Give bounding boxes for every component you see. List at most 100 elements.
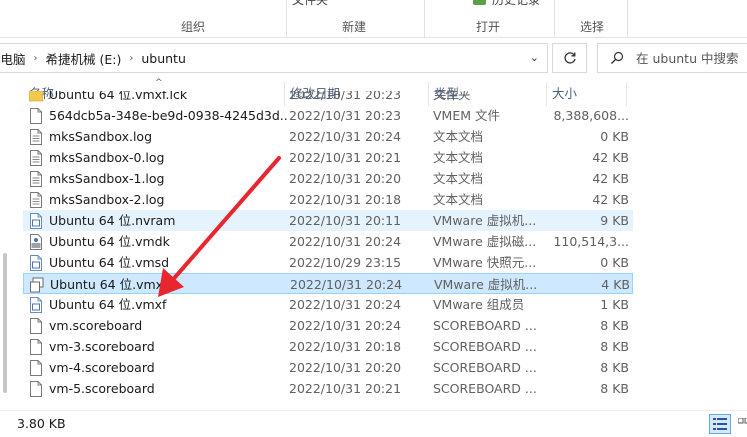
ribbon-divider bbox=[286, 0, 287, 38]
file-icon bbox=[29, 318, 43, 334]
refresh-button[interactable] bbox=[552, 43, 587, 73]
file-date: 2022/10/31 20:24 bbox=[289, 234, 402, 249]
file-type: VMware 虚拟机... bbox=[433, 213, 537, 228]
search-box[interactable] bbox=[597, 43, 747, 73]
disk-file-icon bbox=[29, 234, 43, 250]
details-view-button[interactable] bbox=[709, 414, 731, 434]
ribbon-group-organize: 组织 bbox=[181, 20, 206, 34]
file-date: 2022/10/31 20:23 bbox=[289, 108, 402, 123]
file-type: VMware 组成员 bbox=[433, 297, 525, 312]
address-dropdown-icon[interactable]: ⌄ bbox=[530, 51, 539, 64]
file-date: 2022/10/31 20:24 bbox=[290, 277, 403, 292]
details-view-icon bbox=[713, 418, 727, 430]
file-name: 564dcb5a-348e-be9d-0938-4245d3d... bbox=[49, 108, 289, 123]
file-type: SCOREBOARD ... bbox=[433, 339, 537, 354]
file-name: vm.scoreboard bbox=[49, 318, 143, 333]
file-date: 2022/10/31 20:20 bbox=[289, 360, 402, 375]
breadcrumb-drive[interactable]: 希捷机械 (E:) bbox=[46, 49, 122, 68]
file-date: 2022/10/31 20:24 bbox=[289, 129, 402, 144]
nav-scrollbar-thumb[interactable] bbox=[3, 253, 7, 393]
file-type: VMware 虚拟机... bbox=[434, 277, 538, 292]
history-icon bbox=[473, 0, 486, 5]
file-type: VMware 快照元... bbox=[433, 255, 537, 270]
file-row[interactable]: Ubuntu 64 位.vmxf.lck 2022/10/31 20:23 文件夹 bbox=[23, 91, 633, 105]
ribbon-divider bbox=[554, 0, 555, 38]
file-type: 文本文档 bbox=[433, 192, 484, 207]
chevron-right-icon[interactable]: › bbox=[129, 53, 133, 64]
file-row[interactable]: vm-3.scoreboard 2022/10/31 20:18 SCOREBOAR… bbox=[23, 336, 633, 357]
file-date: 2022/10/29 23:15 bbox=[289, 255, 402, 270]
folder-icon bbox=[28, 91, 44, 103]
ribbon-divider bbox=[627, 0, 628, 38]
file-name: mksSandbox-1.log bbox=[49, 171, 165, 186]
file-size: 42 KB bbox=[592, 150, 629, 165]
chevron-right-icon[interactable]: › bbox=[34, 53, 38, 64]
ribbon-cut-label: 文件夹 bbox=[292, 0, 329, 7]
file-row[interactable]: mksSandbox.log 2022/10/31 20:24 文本文档 0 KB bbox=[23, 126, 633, 147]
file-date: 2022/10/31 20:23 bbox=[289, 91, 402, 102]
file-row[interactable]: vm-5.scoreboard 2022/10/31 20:21 SCOREBOAR… bbox=[23, 378, 633, 399]
search-input[interactable] bbox=[636, 50, 746, 66]
file-row[interactable]: mksSandbox-0.log 2022/10/31 20:21 文本文档 42 K… bbox=[23, 147, 633, 168]
file-size bbox=[548, 91, 629, 105]
file-row[interactable]: vm-4.scoreboard 2022/10/31 20:20 SCOREBOAR… bbox=[23, 357, 633, 378]
file-type: SCOREBOARD ... bbox=[433, 318, 537, 333]
file-size: 8 KB bbox=[600, 381, 629, 396]
file-row[interactable]: Ubuntu 64 位.vmdk 2022/10/31 20:24 VMware 虚… bbox=[23, 231, 633, 252]
file-type: VMware 虚拟磁... bbox=[433, 234, 537, 249]
ribbon-group-select: 选择 bbox=[580, 20, 605, 34]
file-size: 4 KB bbox=[601, 277, 630, 292]
text-file-icon bbox=[29, 150, 43, 166]
file-name: Ubuntu 64 位.vmxf bbox=[49, 297, 167, 312]
vmware-file-icon bbox=[29, 297, 43, 313]
file-size: 9 KB bbox=[600, 213, 629, 228]
status-bar: 3.80 KB bbox=[0, 410, 747, 437]
large-icons-view-button[interactable] bbox=[733, 414, 747, 434]
search-icon bbox=[611, 51, 624, 64]
file-name: Ubuntu 64 位.nvram bbox=[49, 213, 176, 228]
file-size: 42 KB bbox=[592, 192, 629, 207]
ribbon-group-open: 打开 bbox=[476, 20, 501, 34]
text-file-icon bbox=[29, 171, 43, 187]
file-name: vm-3.scoreboard bbox=[49, 339, 155, 354]
file-row[interactable]: mksSandbox-2.log 2022/10/31 20:18 文本文档 42 K… bbox=[23, 189, 633, 210]
selection-size: 3.80 KB bbox=[17, 416, 66, 431]
navigation-pane-edge bbox=[0, 78, 9, 410]
ribbon-group-new: 新建 bbox=[342, 20, 367, 34]
file-name: Ubuntu 64 位.vmdk bbox=[49, 234, 170, 249]
file-row[interactable]: vm.scoreboard 2022/10/31 20:24 SCOREBOARD … bbox=[23, 315, 633, 336]
file-size: 1 KB bbox=[600, 297, 629, 312]
file-icon bbox=[29, 339, 43, 355]
file-size: 8 KB bbox=[600, 318, 629, 333]
file-name: mksSandbox.log bbox=[49, 129, 153, 144]
vmx-file-icon bbox=[30, 277, 44, 293]
file-icon bbox=[29, 381, 43, 397]
file-row[interactable]: Ubuntu 64 位.vmsd 2022/10/29 23:15 VMware 快… bbox=[23, 252, 633, 273]
breadcrumb-this-pc[interactable]: 此电脑 bbox=[0, 49, 26, 68]
refresh-icon bbox=[563, 52, 576, 64]
file-row[interactable]: 564dcb5a-348e-be9d-0938-4245d3d... 2022/1… bbox=[23, 105, 633, 126]
file-row[interactable]: Ubuntu 64 位.nvram 2022/10/31 20:11 VMware … bbox=[23, 210, 633, 231]
file-name: mksSandbox-0.log bbox=[49, 150, 165, 165]
file-type: 文本文档 bbox=[433, 171, 484, 186]
file-row[interactable]: Ubuntu 64 位.vmx 2022/10/31 20:24 VMware 虚拟… bbox=[23, 273, 633, 294]
address-bar[interactable]: 此电脑 › 希捷机械 (E:) › ubuntu ⌄ bbox=[0, 43, 548, 73]
breadcrumb-ubuntu[interactable]: ubuntu bbox=[141, 51, 186, 66]
file-row[interactable]: mksSandbox-1.log 2022/10/31 20:20 文本文档 42 K… bbox=[23, 168, 633, 189]
file-icon bbox=[29, 360, 43, 376]
file-name: Ubuntu 64 位.vmxf.lck bbox=[49, 91, 188, 102]
file-date: 2022/10/31 20:18 bbox=[289, 339, 402, 354]
file-date: 2022/10/31 20:21 bbox=[289, 150, 402, 165]
ribbon-divider bbox=[424, 0, 425, 38]
file-list[interactable]: Ubuntu 64 位.vmxf.lck 2022/10/31 20:23 文件夹 5… bbox=[9, 91, 747, 411]
file-type: VMEM 文件 bbox=[433, 108, 500, 123]
file-size: 8 KB bbox=[600, 339, 629, 354]
file-name: vm-5.scoreboard bbox=[49, 381, 155, 396]
file-name: mksSandbox-2.log bbox=[49, 192, 165, 207]
file-row[interactable]: Ubuntu 64 位.vmxf 2022/10/31 20:24 VMware 组… bbox=[23, 294, 633, 315]
file-date: 2022/10/31 20:24 bbox=[289, 318, 402, 333]
file-type: 文本文档 bbox=[433, 150, 484, 165]
text-file-icon bbox=[29, 192, 43, 208]
large-icons-view-icon bbox=[738, 418, 747, 424]
file-size: 8,388,608... bbox=[553, 108, 629, 123]
